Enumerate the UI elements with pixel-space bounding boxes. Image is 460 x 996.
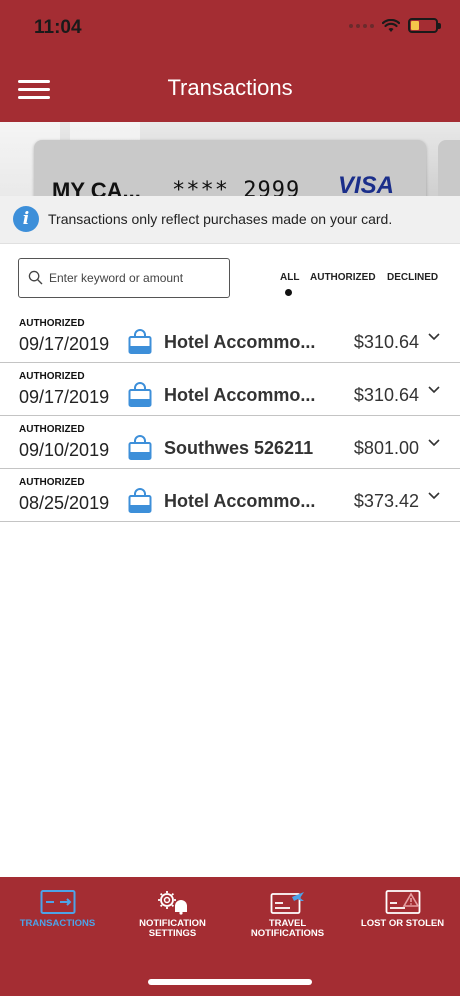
transaction-row[interactable]: AUTHORIZED 09/10/2019 Southwes 526211 $8… — [0, 416, 460, 469]
search-input[interactable] — [49, 259, 225, 297]
filter-tab-declined[interactable]: DECLINED — [387, 272, 438, 283]
shopping-bag-icon — [128, 488, 152, 513]
transaction-merchant: Hotel Accommo... — [164, 491, 316, 511]
transaction-merchant: Hotel Accommo... — [164, 332, 316, 352]
battery-icon — [408, 18, 441, 33]
filter-tab-all[interactable]: ALL — [280, 272, 299, 283]
transaction-merchant: Hotel Accommo... — [164, 385, 316, 405]
transactions-screen: 11:04 Transactions MY CA... **** 2999 VI… — [0, 0, 460, 996]
info-banner: i Transactions only reflect purchases ma… — [0, 196, 460, 244]
card-name: MY CA... — [52, 178, 141, 196]
status-icons — [349, 18, 441, 33]
chevron-down-icon[interactable] — [427, 491, 441, 501]
nav-travel-notifications[interactable]: TRAVEL NOTIFICATIONS — [230, 889, 345, 939]
transaction-status: AUTHORIZED — [19, 477, 85, 488]
transaction-amount: $373.42 — [353, 491, 419, 511]
transaction-date: 09/17/2019 — [19, 334, 110, 354]
search-icon — [28, 270, 43, 285]
info-icon: i — [13, 206, 39, 232]
nav-notification-settings[interactable]: NOTIFICATION SETTINGS — [115, 889, 230, 939]
active-filter-indicator — [285, 289, 292, 296]
nav-label: TRANSACTIONS — [19, 918, 96, 929]
chevron-down-icon[interactable] — [427, 385, 441, 395]
travel-notifications-icon — [270, 892, 304, 914]
card-carousel[interactable]: MY CA... **** 2999 VISA — [0, 122, 460, 196]
status-time: 11:04 — [34, 17, 82, 38]
signal-icon — [349, 23, 374, 28]
transaction-amount: $801.00 — [353, 438, 419, 458]
visa-logo: VISA — [337, 172, 394, 196]
chevron-down-icon[interactable] — [427, 438, 441, 448]
transaction-merchant: Southwes 526211 — [164, 438, 314, 458]
nav-label: TRAVEL NOTIFICATIONS — [250, 918, 325, 939]
transaction-status: AUTHORIZED — [19, 371, 85, 382]
nav-label: LOST OR STOLEN — [360, 918, 445, 929]
chevron-down-icon[interactable] — [427, 332, 441, 342]
shopping-bag-icon — [128, 382, 152, 407]
nav-transactions[interactable]: TRANSACTIONS — [0, 889, 115, 929]
transaction-date: 09/10/2019 — [19, 440, 110, 460]
nav-lost-or-stolen[interactable]: LOST OR STOLEN — [345, 889, 460, 929]
page-title: Transactions — [167, 75, 293, 100]
transaction-status: AUTHORIZED — [19, 318, 85, 329]
wifi-icon — [382, 18, 400, 32]
transaction-date: 08/25/2019 — [19, 493, 110, 513]
shopping-bag-icon — [128, 435, 152, 460]
transaction-list: AUTHORIZED 09/17/2019 Hotel Accommo... $… — [0, 310, 460, 522]
transaction-status: AUTHORIZED — [19, 424, 85, 435]
app-header: 11:04 Transactions — [0, 0, 460, 122]
next-card-peek[interactable] — [438, 140, 460, 196]
selected-card[interactable]: MY CA... **** 2999 VISA — [34, 140, 426, 196]
shopping-bag-icon — [128, 329, 152, 354]
transaction-row[interactable]: AUTHORIZED 08/25/2019 Hotel Accommo... $… — [0, 469, 460, 522]
transaction-amount: $310.64 — [353, 385, 419, 405]
transaction-amount: $310.64 — [353, 332, 419, 352]
card-number: **** 2999 — [172, 178, 301, 196]
info-text: Transactions only reflect purchases made… — [48, 211, 393, 227]
lost-stolen-card-icon — [385, 890, 420, 914]
transaction-row[interactable]: AUTHORIZED 09/17/2019 Hotel Accommo... $… — [0, 310, 460, 363]
search-box[interactable] — [18, 258, 230, 298]
transaction-row[interactable]: AUTHORIZED 09/17/2019 Hotel Accommo... $… — [0, 363, 460, 416]
home-indicator[interactable] — [148, 979, 312, 985]
transaction-date: 09/17/2019 — [19, 387, 110, 407]
card-transactions-icon — [40, 890, 75, 914]
nav-label: NOTIFICATION SETTINGS — [139, 918, 206, 939]
notification-settings-icon — [157, 891, 187, 915]
filter-tab-authorized[interactable]: AUTHORIZED — [310, 272, 376, 283]
